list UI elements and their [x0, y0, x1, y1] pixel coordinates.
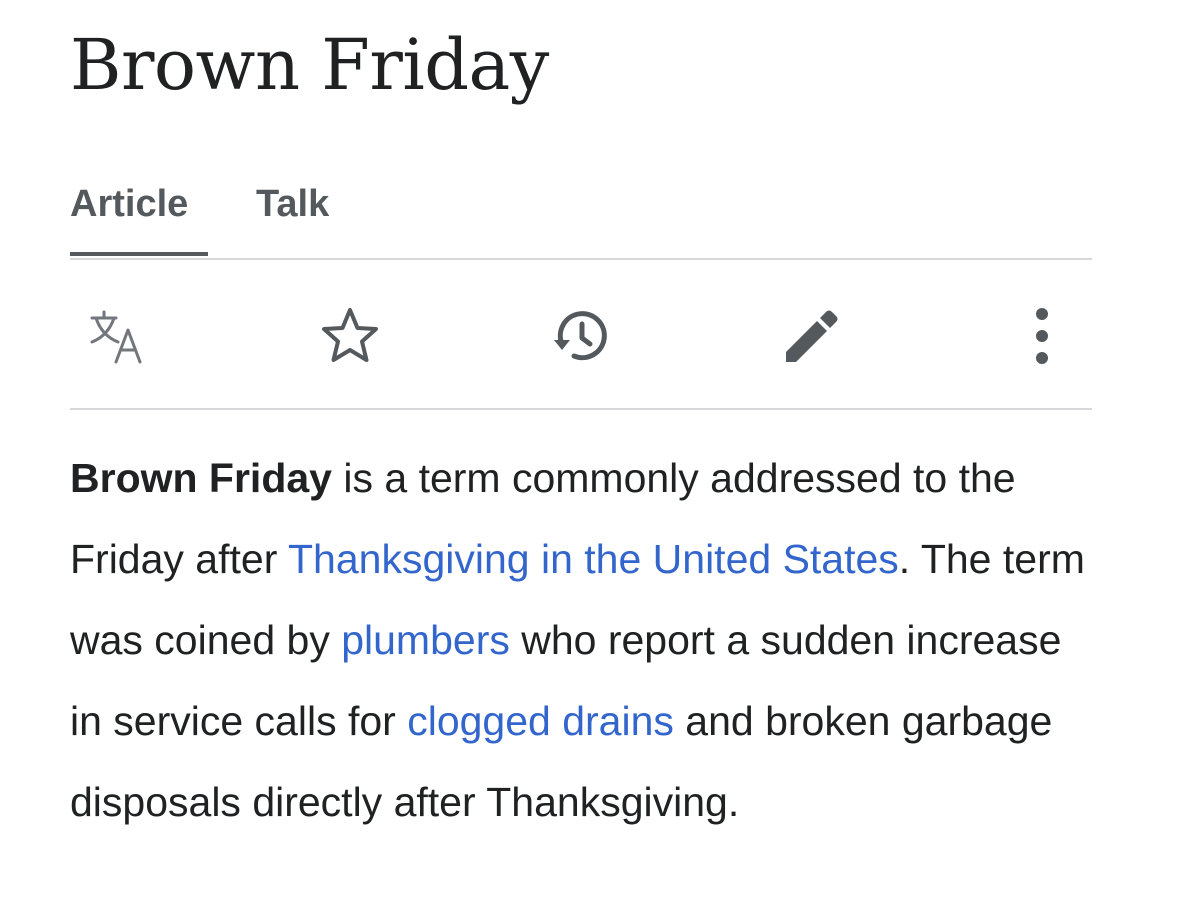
pencil-icon[interactable]: [780, 304, 844, 368]
more-vertical-icon[interactable]: [1010, 304, 1074, 368]
article-subject: Brown Friday: [70, 455, 332, 501]
link-plumbers[interactable]: plumbers: [341, 617, 510, 663]
language-icon[interactable]: [86, 304, 150, 368]
link-clogged-drains[interactable]: clogged drains: [407, 698, 674, 744]
page-title: Brown Friday: [70, 24, 549, 106]
link-thanksgiving[interactable]: Thanksgiving in the United States: [288, 536, 899, 582]
page-tabs: Article Talk: [70, 180, 1092, 260]
article-lead-paragraph: Brown Friday is a term commonly addresse…: [70, 438, 1100, 843]
tab-article[interactable]: Article: [70, 183, 208, 256]
star-icon[interactable]: [318, 304, 382, 368]
history-icon[interactable]: [550, 304, 614, 368]
page-actions-toolbar: [70, 260, 1092, 410]
tab-talk[interactable]: Talk: [256, 183, 329, 256]
